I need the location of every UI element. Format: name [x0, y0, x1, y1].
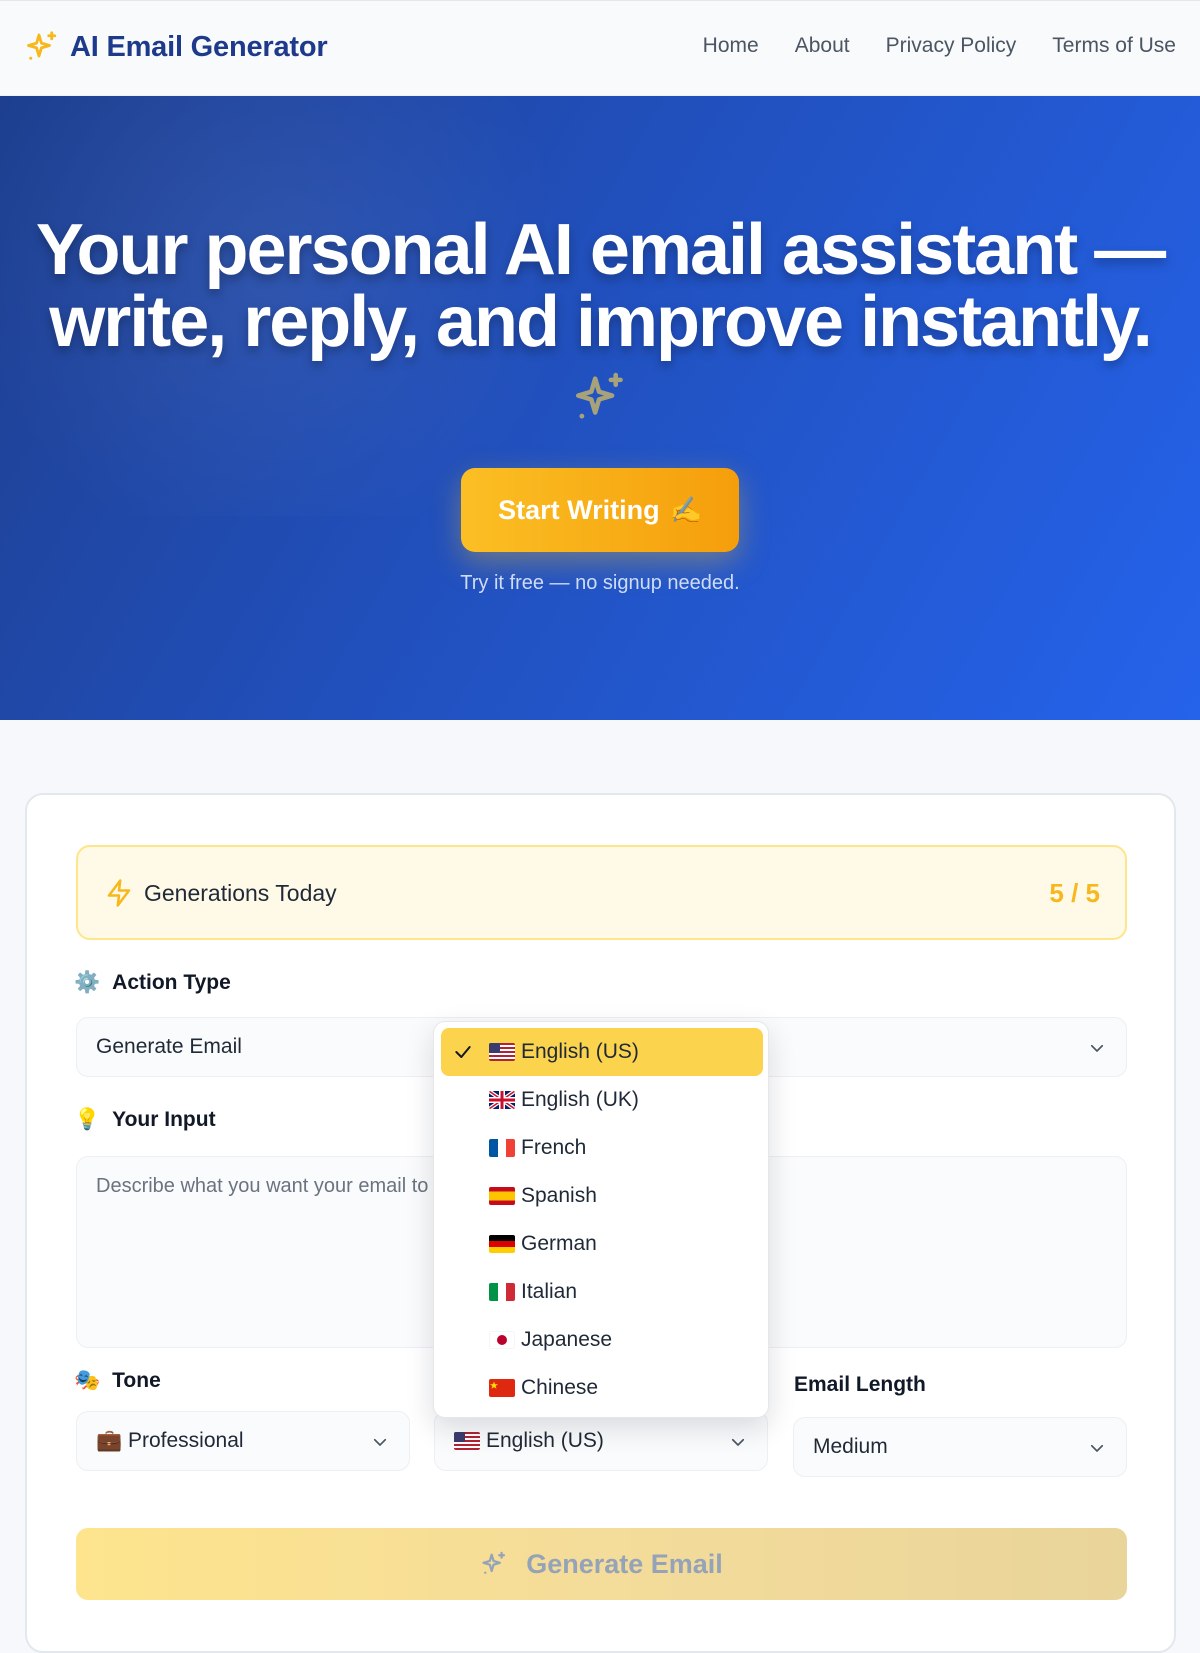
nav-home[interactable]: Home [703, 34, 759, 58]
gear-icon: ⚙️ [74, 971, 101, 994]
email-length-label: Email Length [794, 1373, 926, 1397]
language-dropdown-menu: English (US) English (UK) French Spanish… [433, 1021, 769, 1418]
language-option-label: Italian [521, 1280, 578, 1303]
language-option-label: French [521, 1136, 587, 1159]
language-option-english-uk[interactable]: English (UK) [441, 1076, 763, 1124]
language-option-german[interactable]: German [441, 1220, 763, 1268]
fr-flag-icon [489, 1139, 515, 1157]
email-length-label-text: Email Length [794, 1373, 926, 1396]
language-option-spanish[interactable]: Spanish [441, 1172, 763, 1220]
language-option-label: English (US) [521, 1040, 639, 1063]
generations-label: Generations Today [144, 880, 337, 906]
theater-masks-icon: 🎭 [74, 1369, 101, 1392]
chevron-down-icon [731, 1438, 745, 1446]
us-flag-icon [489, 1043, 515, 1061]
nav-terms-of-use[interactable]: Terms of Use [1052, 34, 1176, 58]
language-option-chinese[interactable]: Chinese [441, 1364, 763, 1412]
action-type-label-text: Action Type [112, 971, 231, 994]
your-input-label-text: Your Input [112, 1108, 216, 1131]
email-length-value: Medium [813, 1435, 888, 1458]
generate-email-label: Generate Email [526, 1548, 723, 1579]
language-option-label: Chinese [521, 1376, 599, 1399]
email-length-select[interactable]: Medium [793, 1417, 1127, 1477]
tone-value: 💼 Professional [96, 1429, 244, 1452]
hero-title-line-2: write, reply, and improve instantly. [49, 282, 1153, 362]
language-select[interactable]: English (US) [434, 1411, 768, 1471]
generate-email-button[interactable]: Generate Email [76, 1528, 1127, 1600]
brand-name: AI Email Generator [70, 30, 328, 63]
es-flag-icon [489, 1187, 515, 1205]
sparkles-icon [27, 31, 57, 60]
light-bulb-icon: 💡 [74, 1108, 101, 1131]
action-type-label: ⚙️ Action Type [74, 971, 231, 995]
us-flag-icon [454, 1432, 480, 1450]
language-option-italian[interactable]: Italian [441, 1268, 763, 1316]
jp-flag-icon [489, 1331, 515, 1349]
hero-subtext: Try it free — no signup needed. [460, 572, 740, 594]
uk-flag-icon [489, 1091, 515, 1109]
nav-about[interactable]: About [795, 34, 850, 58]
language-option-french[interactable]: French [441, 1124, 763, 1172]
language-option-label: German [521, 1232, 597, 1255]
start-writing-button[interactable]: Start Writing ✍️ [461, 468, 739, 552]
tone-label: 🎭 Tone [74, 1369, 161, 1393]
hero-section: Your personal AI email assistant — write… [0, 96, 1200, 720]
brand[interactable]: AI Email Generator [24, 29, 328, 65]
lightning-icon [107, 879, 131, 907]
writing-hand-icon: ✍️ [669, 494, 702, 525]
sparkles-icon [482, 1551, 506, 1574]
action-type-value: Generate Email [96, 1035, 242, 1058]
hero-title: Your personal AI email assistant — write… [0, 214, 1200, 358]
nav-privacy-policy[interactable]: Privacy Policy [886, 34, 1017, 58]
chevron-down-icon [1090, 1444, 1104, 1452]
hero-title-line-1: Your personal AI email assistant — [35, 210, 1166, 290]
language-option-label: Spanish [521, 1184, 597, 1207]
generations-counter: Generations Today 5 / 5 [76, 845, 1127, 940]
main-nav: Home About Privacy Policy Terms of Use [667, 34, 1176, 58]
generations-value: 5 / 5 [1049, 878, 1100, 908]
your-input-label: 💡 Your Input [74, 1108, 216, 1132]
de-flag-icon [489, 1235, 515, 1253]
sparkles-icon [575, 372, 623, 419]
language-value: English (US) [486, 1429, 604, 1452]
language-option-english-us[interactable]: English (US) [441, 1028, 763, 1076]
start-writing-label: Start Writing [498, 494, 660, 525]
check-icon [455, 1046, 471, 1058]
cn-flag-icon [489, 1379, 515, 1397]
it-flag-icon [489, 1283, 515, 1301]
tone-select[interactable]: 💼 Professional [76, 1411, 410, 1471]
language-option-japanese[interactable]: Japanese [441, 1316, 763, 1364]
tone-label-text: Tone [112, 1369, 161, 1392]
chevron-down-icon [373, 1438, 387, 1446]
language-option-label: Japanese [521, 1328, 613, 1351]
site-header: AI Email Generator Home About Privacy Po… [0, 0, 1200, 96]
chevron-down-icon [1090, 1044, 1104, 1052]
language-option-label: English (UK) [521, 1088, 639, 1111]
